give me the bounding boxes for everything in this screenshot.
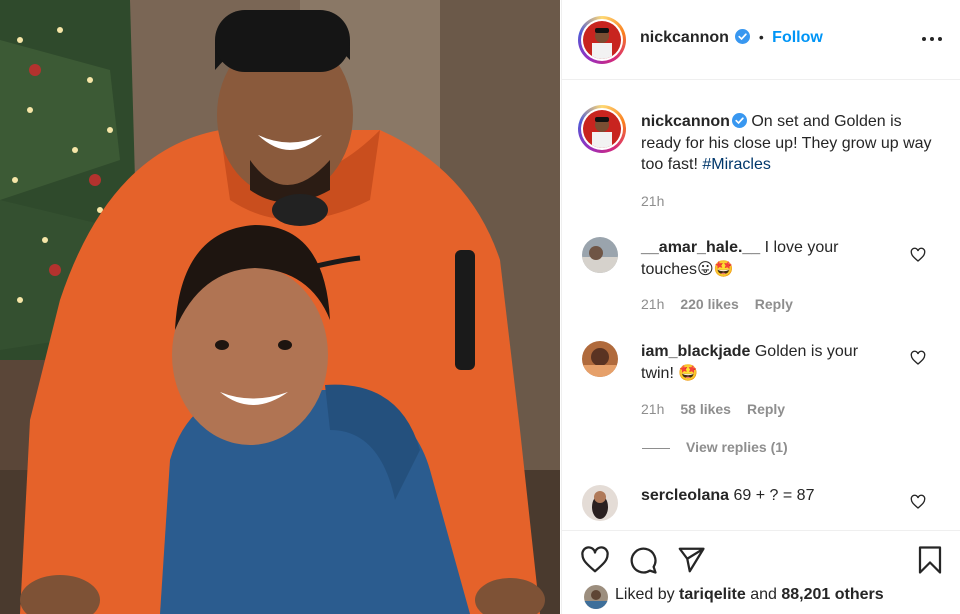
comment-avatar-image: [582, 341, 618, 377]
liked-by-middle: and: [750, 586, 777, 603]
comment-likes[interactable]: 220 likes: [680, 296, 738, 312]
post-details-panel: nickcannon • Follow nickcannon On set an…: [561, 0, 960, 614]
comment-icon[interactable]: [628, 545, 658, 575]
verified-badge-icon: [731, 113, 747, 128]
comment-avatar[interactable]: [582, 485, 618, 521]
author-avatar-image: [583, 21, 621, 59]
heart-icon[interactable]: [580, 545, 610, 575]
header-user-line: nickcannon • Follow: [640, 29, 823, 47]
author-username[interactable]: nickcannon: [640, 29, 729, 46]
comment-text-block: __amar_hale.__ I love your touches😛🤩: [641, 237, 861, 280]
bookmark-icon[interactable]: [915, 545, 945, 575]
verified-badge-icon: [735, 29, 751, 44]
caption-time[interactable]: 21h: [641, 193, 664, 209]
caption-username[interactable]: nickcannon: [641, 113, 730, 130]
comment-text: I love your: [764, 239, 839, 256]
comment-avatar-image: [582, 485, 618, 521]
comment-avatar[interactable]: [582, 341, 618, 377]
view-replies-line: [642, 447, 670, 449]
comment-avatar-image: [582, 237, 618, 273]
comment-likes[interactable]: 58 likes: [680, 401, 731, 417]
comment-text: 69 + ? = 87: [733, 487, 815, 504]
caption-hashtag[interactable]: #Miracles: [702, 156, 770, 173]
comment-like-heart-icon[interactable]: [910, 494, 926, 510]
comment-username[interactable]: __amar_hale.__: [641, 239, 760, 256]
comment-text: Golden is your: [754, 343, 859, 360]
author-avatar[interactable]: [578, 16, 626, 64]
liked-by-text: Liked by tariqelite and 88,201 others: [615, 586, 884, 604]
post-caption: nickcannon On set and Golden is ready fo…: [641, 111, 941, 176]
comment-like-heart-icon[interactable]: [910, 350, 926, 366]
view-replies-label: View replies (1): [686, 439, 788, 455]
comment-text-block: iam_blackjade Golden is your twin! 🤩: [641, 341, 881, 384]
comment-username[interactable]: sercleolana: [641, 487, 729, 504]
reply-button[interactable]: Reply: [747, 401, 785, 417]
reply-button[interactable]: Reply: [755, 296, 793, 312]
comment-text-cont: touches😛🤩: [641, 260, 734, 278]
post-header: nickcannon • Follow: [562, 0, 960, 80]
comment-username[interactable]: iam_blackjade: [641, 343, 750, 360]
post-photo-illustration: [0, 0, 560, 614]
comment-meta: 21h 58 likes Reply: [641, 401, 785, 417]
comment-time[interactable]: 21h: [641, 401, 664, 417]
comment-meta: 21h 220 likes Reply: [641, 296, 793, 312]
follow-button[interactable]: Follow: [772, 29, 823, 46]
comment-like-heart-icon[interactable]: [910, 247, 926, 263]
header-separator-dot: •: [758, 29, 764, 45]
comment-text-block: sercleolana 69 + ? = 87: [641, 485, 901, 507]
view-replies-button[interactable]: View replies (1): [642, 439, 788, 455]
liked-by-avatar-image: [584, 585, 608, 609]
comment-text-cont: twin! 🤩: [641, 364, 699, 382]
comment-time[interactable]: 21h: [641, 296, 664, 312]
more-options-icon[interactable]: [921, 30, 943, 48]
liked-by-prefix: Liked by: [615, 586, 675, 603]
liked-by-user[interactable]: tariqelite: [679, 586, 746, 603]
caption-author-avatar[interactable]: [578, 105, 626, 153]
liked-by-avatar[interactable]: [584, 585, 608, 609]
caption-avatar-image: [583, 110, 621, 148]
share-icon[interactable]: [676, 545, 706, 575]
post-photo[interactable]: [0, 0, 560, 614]
comment-avatar[interactable]: [582, 237, 618, 273]
liked-by-others[interactable]: 88,201 others: [781, 586, 883, 603]
